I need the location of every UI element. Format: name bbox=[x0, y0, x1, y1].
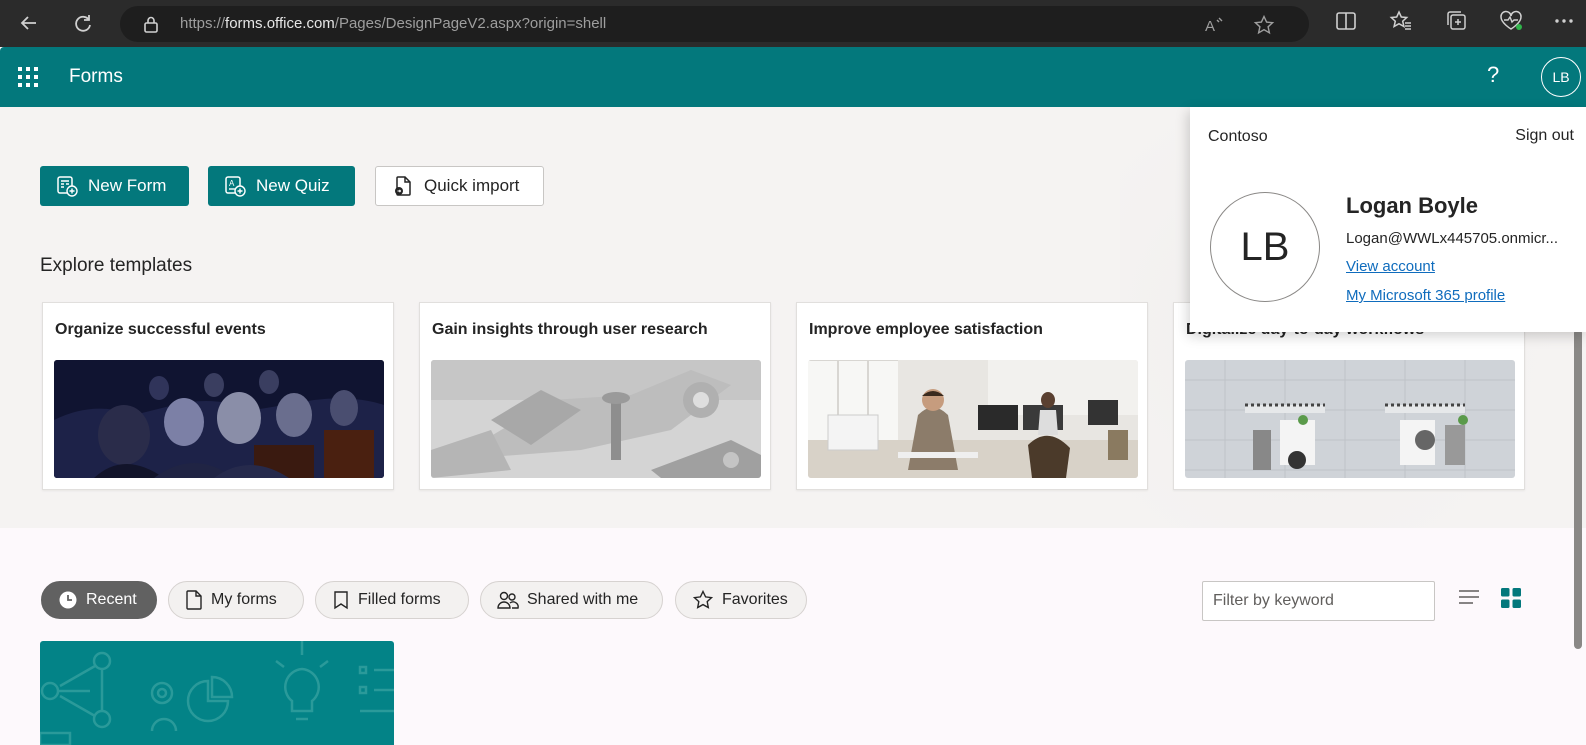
new-form-label: New Form bbox=[88, 176, 167, 195]
bookmark-icon bbox=[332, 590, 350, 610]
people-icon bbox=[497, 590, 519, 610]
filter-keyword-input[interactable] bbox=[1202, 581, 1435, 621]
template-card-employee-satisfaction[interactable]: Improve employee satisfaction bbox=[796, 302, 1148, 490]
template-card-user-research[interactable]: Gain insights through user research bbox=[419, 302, 771, 490]
back-icon[interactable] bbox=[14, 8, 44, 38]
new-quiz-label: New Quiz bbox=[256, 176, 330, 195]
read-aloud-icon[interactable]: A bbox=[1203, 14, 1225, 41]
collections-icon[interactable] bbox=[1444, 9, 1468, 38]
tab-label: My forms bbox=[211, 591, 277, 608]
tab-label: Filled forms bbox=[358, 591, 441, 608]
app-launcher-icon[interactable] bbox=[18, 67, 38, 87]
user-name: Logan Boyle bbox=[1346, 193, 1479, 218]
clock-icon bbox=[58, 590, 78, 610]
user-email: Logan@WWLx445705.onmicr... bbox=[1346, 230, 1558, 247]
star-icon bbox=[692, 590, 714, 610]
account-avatar-button[interactable]: LB bbox=[1541, 57, 1581, 97]
tab-label: Favorites bbox=[722, 591, 788, 608]
template-title: Improve employee satisfaction bbox=[809, 321, 1043, 338]
url-text: https://forms.office.com/Pages/DesignPag… bbox=[180, 15, 607, 32]
workspace-overhead-image bbox=[1185, 360, 1515, 478]
microsoft-365-profile-link[interactable]: My Microsoft 365 profile bbox=[1346, 287, 1505, 304]
tab-recent[interactable]: Recent bbox=[41, 581, 157, 619]
vertical-scrollbar[interactable] bbox=[1574, 329, 1582, 649]
tab-label: Recent bbox=[86, 591, 137, 608]
address-bar[interactable]: https://forms.office.com/Pages/DesignPag… bbox=[120, 6, 1309, 42]
template-title: Gain insights through user research bbox=[432, 321, 708, 338]
tab-label: Shared with me bbox=[527, 591, 639, 608]
view-account-link[interactable]: View account bbox=[1346, 258, 1435, 275]
lock-icon bbox=[142, 15, 160, 38]
forms-list-section bbox=[0, 528, 1586, 745]
new-quiz-icon: A bbox=[224, 175, 246, 197]
mechanical-parts-image bbox=[431, 360, 761, 478]
account-flyout: Contoso Sign out LB Logan Boyle Logan@WW… bbox=[1190, 107, 1586, 332]
app-header: Forms ? LB bbox=[0, 47, 1586, 107]
quick-import-label: Quick import bbox=[424, 176, 520, 195]
office-worker-image bbox=[808, 360, 1138, 478]
refresh-icon[interactable] bbox=[68, 8, 98, 38]
audience-image bbox=[54, 360, 384, 478]
favorites-icon[interactable] bbox=[1389, 9, 1413, 38]
more-options-icon[interactable] bbox=[1552, 9, 1576, 38]
quick-import-button[interactable]: Quick import bbox=[375, 166, 544, 206]
list-view-icon[interactable] bbox=[1458, 588, 1480, 613]
template-title: Organize successful events bbox=[55, 321, 266, 338]
tab-my-forms[interactable]: My forms bbox=[168, 581, 304, 619]
new-quiz-button[interactable]: A New Quiz bbox=[208, 166, 355, 206]
sign-out-link[interactable]: Sign out bbox=[1515, 127, 1574, 145]
profile-avatar: LB bbox=[1210, 192, 1320, 302]
tab-favorites[interactable]: Favorites bbox=[675, 581, 807, 619]
help-icon[interactable]: ? bbox=[1487, 62, 1499, 88]
app-title[interactable]: Forms bbox=[69, 66, 123, 88]
new-form-icon bbox=[56, 175, 78, 197]
svg-text:A: A bbox=[1205, 18, 1215, 35]
svg-text:A: A bbox=[229, 179, 235, 188]
document-icon bbox=[185, 590, 203, 610]
new-form-button[interactable]: New Form bbox=[40, 166, 189, 206]
tile-view-icon[interactable] bbox=[1500, 587, 1522, 614]
tab-shared-with-me[interactable]: Shared with me bbox=[480, 581, 663, 619]
favorite-star-icon[interactable] bbox=[1253, 14, 1275, 41]
organization-name: Contoso bbox=[1208, 128, 1268, 145]
recent-form-card[interactable] bbox=[40, 641, 394, 745]
explore-templates-heading: Explore templates bbox=[40, 255, 193, 276]
template-card-events[interactable]: Organize successful events bbox=[42, 302, 394, 490]
browser-toolbar: https://forms.office.com/Pages/DesignPag… bbox=[0, 0, 1586, 47]
split-screen-icon[interactable] bbox=[1334, 9, 1358, 38]
tab-filled-forms[interactable]: Filled forms bbox=[315, 581, 469, 619]
browser-essentials-icon[interactable] bbox=[1498, 9, 1524, 38]
import-document-icon bbox=[392, 175, 414, 197]
